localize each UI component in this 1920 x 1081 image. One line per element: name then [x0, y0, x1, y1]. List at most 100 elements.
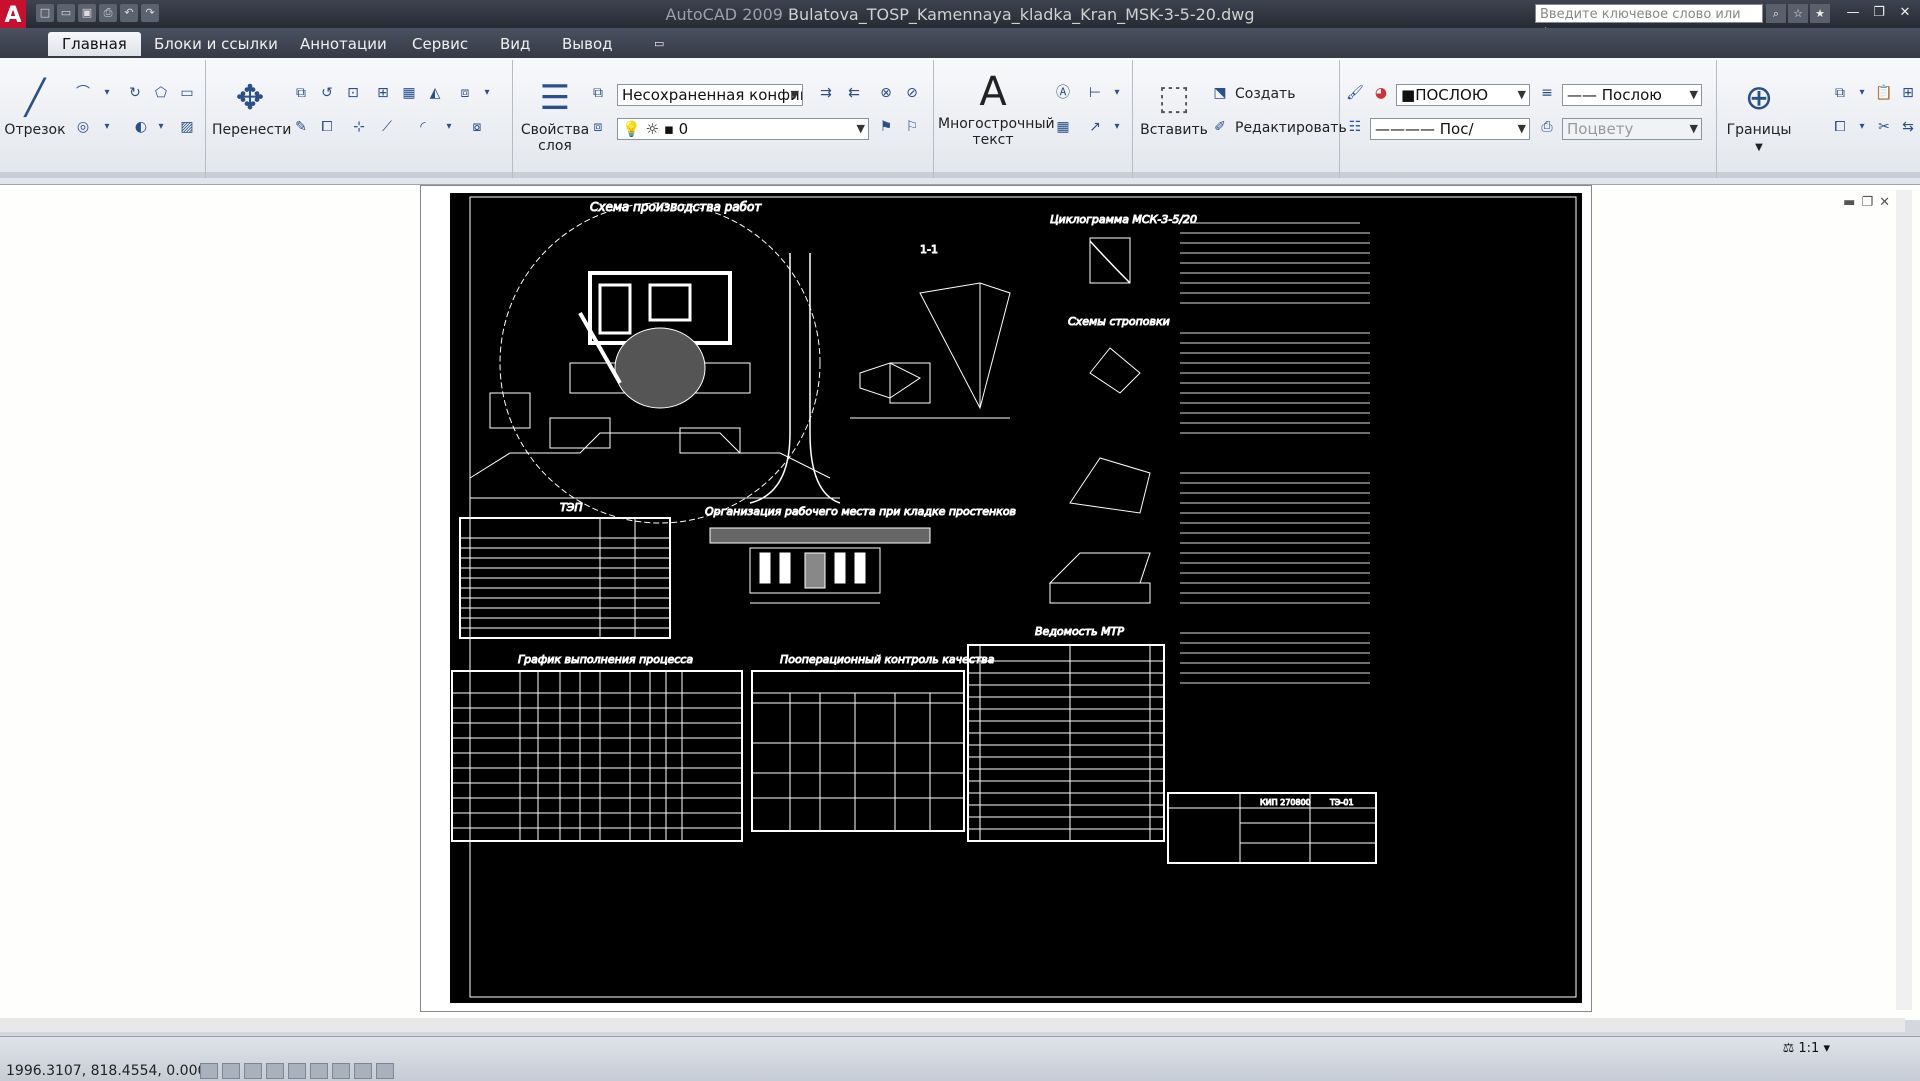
- ortho-toggle-icon[interactable]: [244, 1063, 262, 1079]
- multileader-dropdown-icon[interactable]: ▾: [1106, 116, 1128, 138]
- offset-dropdown-icon[interactable]: ▾: [476, 82, 498, 104]
- tab-output[interactable]: Вывод: [548, 32, 627, 56]
- erase-icon[interactable]: ✎: [290, 116, 312, 138]
- circle-icon[interactable]: ◎: [72, 116, 94, 138]
- plotstyle-icon[interactable]: ⎙: [1536, 116, 1558, 138]
- paste-dropdown-icon[interactable]: ▾: [1851, 116, 1873, 138]
- layer-freeze-icon[interactable]: ⚑: [875, 116, 897, 138]
- trim-icon[interactable]: ⊹: [348, 116, 370, 138]
- circle-dropdown-icon[interactable]: ▾: [96, 116, 118, 138]
- ellipse-dropdown-icon[interactable]: ▾: [150, 116, 172, 138]
- table-icon[interactable]: ▦: [1052, 116, 1074, 138]
- otrack-toggle-icon[interactable]: [310, 1063, 328, 1079]
- offset-icon[interactable]: ⧈: [454, 82, 476, 104]
- vertical-scrollbar[interactable]: [1896, 190, 1912, 1010]
- copy-clip-icon[interactable]: ⧉: [1829, 82, 1851, 104]
- favorites-icon[interactable]: ★: [1810, 4, 1830, 23]
- color-combo[interactable]: ■ПОСЛОЮ ▼: [1396, 84, 1530, 106]
- multiline-text-button[interactable]: A Многострочный текст: [938, 70, 1055, 148]
- tab-home[interactable]: Главная: [48, 32, 141, 56]
- communication-icon[interactable]: ☆: [1788, 4, 1808, 23]
- tab-blocks[interactable]: Блоки и ссылки: [140, 32, 292, 56]
- layer-properties-button[interactable]: ☰ Свойства слоя: [517, 76, 593, 154]
- panel-annotation-footer[interactable]: [934, 172, 1132, 178]
- annotation-scale[interactable]: ⚖ 1:1 ▾: [1783, 1041, 1830, 1056]
- create-block-label[interactable]: Создать: [1235, 86, 1295, 102]
- minimize-icon[interactable]: —: [1842, 4, 1864, 22]
- quick-calc-icon[interactable]: ⊞: [1897, 82, 1919, 104]
- ducs-toggle-icon[interactable]: [332, 1063, 350, 1079]
- layer-isolate-icon[interactable]: ⊗: [875, 82, 897, 104]
- scale-icon[interactable]: ⊡: [342, 82, 364, 104]
- single-line-text-icon[interactable]: Ⓐ: [1052, 82, 1074, 104]
- copy-icon[interactable]: ⧉: [290, 82, 312, 104]
- list-icon[interactable]: ☷: [1344, 116, 1366, 138]
- tab-view[interactable]: Вид: [486, 32, 544, 56]
- panel-draw-footer[interactable]: [0, 172, 205, 178]
- color-wheel-icon[interactable]: ◕: [1370, 82, 1392, 104]
- array-icon[interactable]: ▦: [398, 82, 420, 104]
- panel-utilities-footer[interactable]: [1717, 172, 1920, 178]
- polar-toggle-icon[interactable]: [266, 1063, 284, 1079]
- maximize-icon[interactable]: ❐: [1868, 4, 1890, 22]
- match-properties-icon[interactable]: 🖌: [1344, 82, 1366, 104]
- paste-icon[interactable]: 📋: [1873, 82, 1895, 104]
- linetype-combo[interactable]: ———— Пос/▼: [1370, 118, 1530, 140]
- line-button[interactable]: ╱ Отрезок: [4, 76, 66, 138]
- plotstyle-combo[interactable]: Поцвету ▼: [1562, 118, 1702, 140]
- create-block-icon[interactable]: ⬔: [1209, 82, 1231, 104]
- snap-toggle-icon[interactable]: [200, 1063, 218, 1079]
- current-layer-combo[interactable]: 💡 ☼ ▪ 0 ▼: [617, 118, 869, 140]
- fillet-icon[interactable]: ◜: [412, 116, 434, 138]
- fillet-dropdown-icon[interactable]: ▾: [438, 116, 460, 138]
- hatch-icon[interactable]: ▨: [176, 116, 198, 138]
- measure-icon[interactable]: ⇆: [1897, 116, 1919, 138]
- search-icon[interactable]: ⌕: [1766, 4, 1786, 23]
- multileader-icon[interactable]: ↗: [1084, 116, 1106, 138]
- layer-unisolate-icon[interactable]: ⊘: [901, 82, 923, 104]
- doc-close-icon[interactable]: ✕: [1879, 195, 1890, 210]
- polyline-icon[interactable]: ⌒: [72, 82, 94, 104]
- panel-block-footer[interactable]: [1133, 172, 1339, 178]
- cut-icon[interactable]: ✂: [1873, 116, 1895, 138]
- layer-walk-icon[interactable]: ⧈: [587, 116, 609, 138]
- polygon-icon[interactable]: ⬠: [150, 82, 172, 104]
- edit-block-label[interactable]: Редактировать: [1235, 120, 1347, 136]
- rectangle-icon[interactable]: ▭: [176, 82, 198, 104]
- copy-clip-dropdown-icon[interactable]: ▾: [1851, 82, 1873, 104]
- doc-restore-icon[interactable]: ❐: [1861, 195, 1873, 210]
- paste-special-icon[interactable]: ⧠: [1829, 116, 1851, 138]
- osnap-toggle-icon[interactable]: [288, 1063, 306, 1079]
- zoom-extents-button[interactable]: ⊕ Границы ▼: [1721, 76, 1797, 156]
- lineweight-icon[interactable]: ≡: [1536, 82, 1558, 104]
- panel-layers-footer[interactable]: [513, 172, 933, 178]
- panel-properties-footer[interactable]: [1340, 172, 1716, 178]
- insert-block-button[interactable]: ⬚ Вставить: [1137, 76, 1211, 138]
- explode-icon[interactable]: ⧇: [466, 116, 488, 138]
- dimension-icon[interactable]: ⊢: [1084, 82, 1106, 104]
- search-input[interactable]: Введите ключевое слово или фр: [1535, 4, 1763, 41]
- edit-block-icon[interactable]: ✐: [1209, 116, 1231, 138]
- dyn-toggle-icon[interactable]: [354, 1063, 372, 1079]
- dimension-dropdown-icon[interactable]: ▾: [1106, 82, 1128, 104]
- panel-modify-footer[interactable]: [206, 172, 512, 178]
- lineweight-toggle-icon[interactable]: [376, 1063, 394, 1079]
- layer-match-icon[interactable]: ⇉: [815, 82, 837, 104]
- extend-icon[interactable]: ⟋: [376, 116, 398, 138]
- layer-state-combo[interactable]: Несохраненная конфиг ▼: [617, 84, 803, 106]
- copy-object-icon[interactable]: ⧠: [316, 116, 338, 138]
- layer-off-icon[interactable]: ⚐: [901, 116, 923, 138]
- lineweight-combo[interactable]: —— Послою ▼: [1562, 84, 1702, 106]
- close-icon[interactable]: ✕: [1894, 4, 1916, 22]
- polyline-dropdown-icon[interactable]: ▾: [96, 82, 118, 104]
- drawing-viewport[interactable]: Схема производства работ 1-1 Циклограмма…: [447, 190, 1585, 1006]
- mirror-icon[interactable]: ◭: [424, 82, 446, 104]
- grid-toggle-icon[interactable]: [222, 1063, 240, 1079]
- layer-previous-icon[interactable]: ⇇: [843, 82, 865, 104]
- layer-state-icon[interactable]: ⧉: [587, 82, 609, 104]
- ribbon-toggle-icon[interactable]: ▭: [640, 32, 678, 56]
- tab-tools[interactable]: Сервис: [398, 32, 482, 56]
- rotate-icon[interactable]: ↻: [124, 82, 146, 104]
- doc-minimize-icon[interactable]: ▬: [1843, 195, 1855, 210]
- stretch-icon[interactable]: ⊞: [372, 82, 394, 104]
